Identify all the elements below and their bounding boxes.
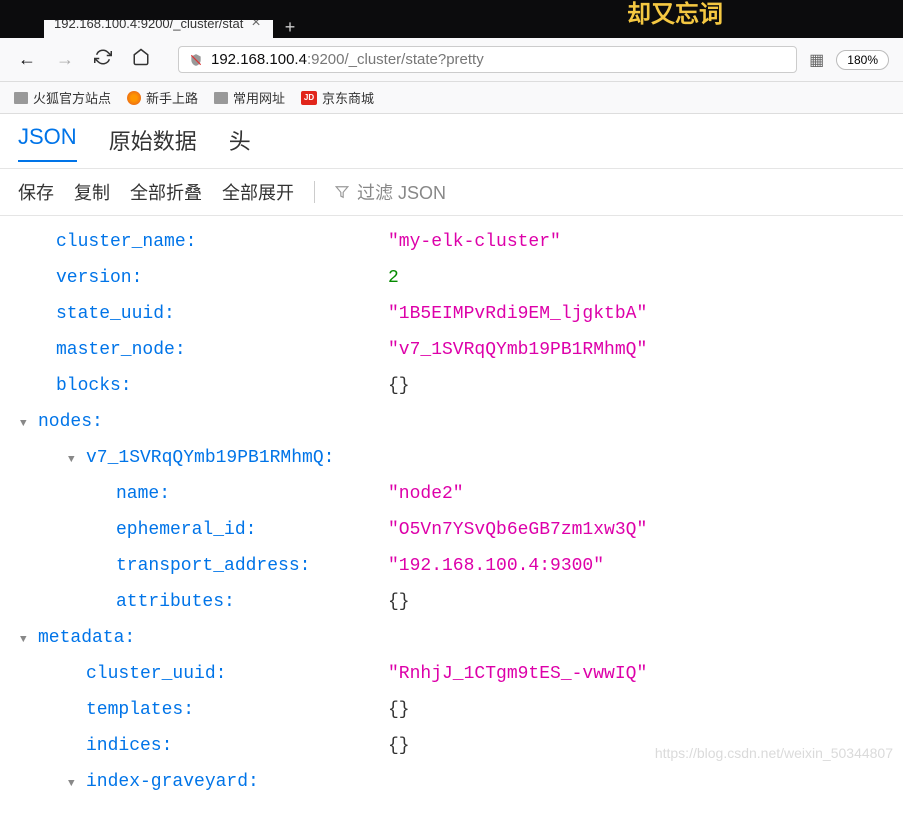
forward-button[interactable]: → [52,49,78,70]
window-chrome: 却又忘词 [0,0,903,20]
json-value: "O5Vn7YSvQb6eGB7zm1xw3Q" [388,512,647,548]
bookmark-item[interactable]: 火狐官方站点 [14,88,111,107]
json-key: state_uuid: [56,296,388,332]
json-value: "1B5EIMPvRdi9EM_ljgktbA" [388,296,647,332]
tab-headers[interactable]: 头 [229,124,251,162]
json-value: "RnhjJ_1CTgm9tES_-vwwIQ" [388,656,647,692]
url-bar[interactable]: 192.168.100.4:9200/_cluster/state?pretty [178,46,797,73]
bookmark-item[interactable]: 新手上路 [127,88,198,107]
save-button[interactable]: 保存 [18,179,54,205]
json-row: master_node:"v7_1SVRqQYmb19PB1RMhmQ" [20,332,883,368]
folder-icon [214,92,228,104]
firefox-icon [127,91,141,105]
json-key: blocks: [56,368,388,404]
json-row: ▼index-graveyard: [20,764,883,800]
json-row: ▼metadata: [20,620,883,656]
copy-button[interactable]: 复制 [74,179,110,205]
json-value: "my-elk-cluster" [388,224,561,260]
reload-button[interactable] [90,48,116,71]
nav-bar: ← → 192.168.100.4:9200/_cluster/state?pr… [0,38,903,82]
json-key: ephemeral_id: [116,512,388,548]
json-key: metadata: [38,620,388,656]
json-key: indices: [86,728,388,764]
json-value: "node2" [388,476,464,512]
overlay-text: 却又忘词 [627,0,723,29]
json-key: templates: [86,692,388,728]
json-key: attributes: [116,584,388,620]
bookmark-item[interactable]: 常用网址 [214,88,285,107]
json-key: version: [56,260,388,296]
json-row: attributes:{} [20,584,883,620]
expand-all-button[interactable]: 全部展开 [222,179,294,205]
home-icon [132,48,150,66]
watermark: https://blog.csdn.net/weixin_50344807 [655,745,893,761]
filter-input[interactable]: 过滤 JSON [335,179,446,205]
json-row: cluster_uuid:"RnhjJ_1CTgm9tES_-vwwIQ" [20,656,883,692]
toggle-icon[interactable]: ▼ [68,449,86,471]
json-row: cluster_name:"my-elk-cluster" [20,224,883,260]
json-key: name: [116,476,388,512]
json-toolbar: 保存 复制 全部折叠 全部展开 过滤 JSON [0,169,903,216]
json-key: transport_address: [116,548,388,584]
json-row: transport_address:"192.168.100.4:9300" [20,548,883,584]
home-button[interactable] [128,48,154,71]
json-value: 2 [388,260,399,296]
toggle-icon[interactable]: ▼ [20,629,38,651]
json-key: cluster_uuid: [86,656,388,692]
tab-raw[interactable]: 原始数据 [109,124,197,162]
json-key: index-graveyard: [86,764,388,800]
bookmark-item[interactable]: JD京东商城 [301,88,374,107]
url-path: :9200/_cluster/state?pretty [307,51,484,68]
json-row: name:"node2" [20,476,883,512]
json-value: {} [388,584,410,620]
json-key: nodes: [38,404,388,440]
divider [314,181,315,203]
new-tab-button[interactable]: + [273,17,308,38]
folder-icon [14,92,28,104]
json-value: {} [388,692,410,728]
view-tabs: JSON 原始数据 头 [0,114,903,169]
url-host: 192.168.100.4 [211,51,307,68]
json-row: ephemeral_id:"O5Vn7YSvQb6eGB7zm1xw3Q" [20,512,883,548]
json-value: {} [388,368,410,404]
toggle-icon[interactable]: ▼ [68,773,86,795]
json-row: ▼nodes: [20,404,883,440]
json-key: master_node: [56,332,388,368]
json-key: cluster_name: [56,224,388,260]
back-button[interactable]: ← [14,49,40,70]
json-row: version:2 [20,260,883,296]
json-row: blocks:{} [20,368,883,404]
tab-bar: 192.168.100.4:9200/_cluster/stat × + [0,20,903,38]
json-value: "192.168.100.4:9300" [388,548,604,584]
bookmarks-bar: 火狐官方站点 新手上路 常用网址 JD京东商城 [0,82,903,114]
json-value: {} [388,728,410,764]
collapse-all-button[interactable]: 全部折叠 [130,179,202,205]
json-value: "v7_1SVRqQYmb19PB1RMhmQ" [388,332,647,368]
json-row: state_uuid:"1B5EIMPvRdi9EM_ljgktbA" [20,296,883,332]
security-icon [189,53,203,67]
json-key: v7_1SVRqQYmb19PB1RMhmQ: [86,440,388,476]
jd-icon: JD [301,91,317,105]
json-row: ▼v7_1SVRqQYmb19PB1RMhmQ: [20,440,883,476]
zoom-badge[interactable]: 180% [836,50,889,70]
json-viewer: cluster_name:"my-elk-cluster" version:2 … [0,216,903,820]
reload-icon [94,48,112,66]
tab-json[interactable]: JSON [18,124,77,162]
json-row: templates:{} [20,692,883,728]
filter-icon [335,185,349,199]
qr-icon[interactable]: ▦ [809,50,824,70]
toggle-icon[interactable]: ▼ [20,413,38,435]
